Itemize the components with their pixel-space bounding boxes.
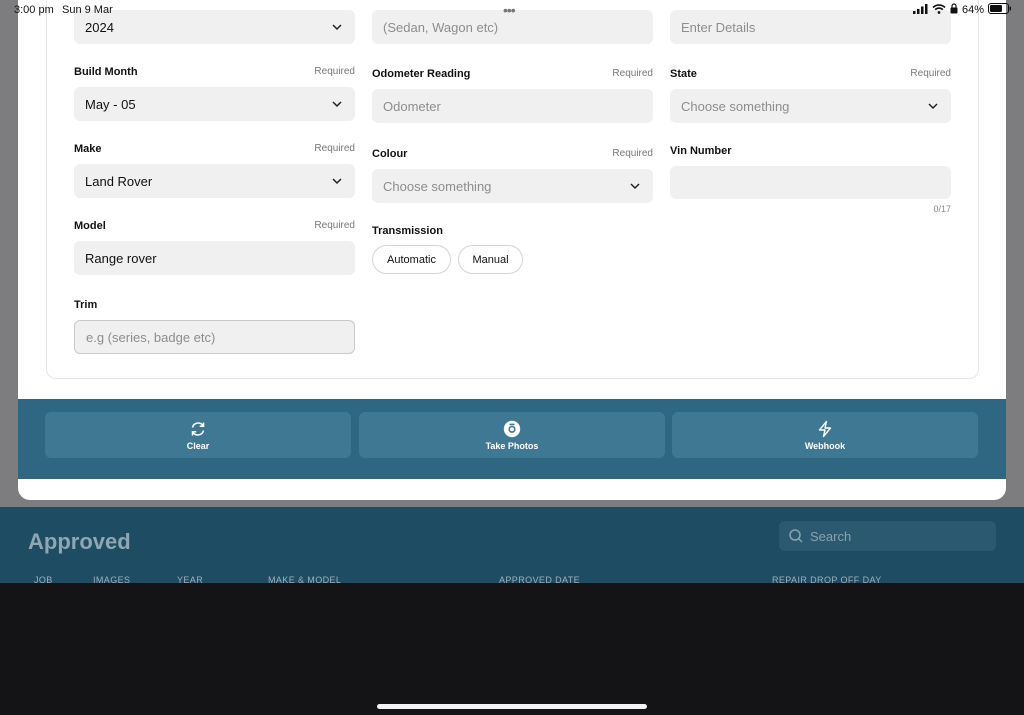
required-indicator: Required [314,220,355,231]
battery-percent: 64% [961,4,984,16]
required-indicator: Required [612,68,653,79]
status-date: Sun 9 Mar [62,4,113,16]
build-month-field: Build Month Required May - 05 [74,66,355,122]
multitasking-dots-icon[interactable]: ••• [503,2,516,18]
column-repair-drop-off: REPAIR DROP OFF DAY [772,575,882,583]
build-month-label: Build Month [74,66,138,78]
year-value: 2024 [85,19,114,35]
make-select[interactable]: Land Rover [74,164,355,198]
bottom-area [0,583,1024,715]
trim-placeholder: e.g (series, badge etc) [86,329,216,345]
colour-field: Colour Required Choose something [372,148,653,204]
required-indicator: Required [314,66,355,77]
odometer-placeholder: Odometer [383,98,441,114]
approved-header: Approved Search JOB IMAGES YEAR MAKE & M… [0,507,1024,583]
required-indicator: Required [314,143,355,154]
trim-field: Trim e.g (series, badge etc) [74,299,355,355]
odometer-input[interactable]: Odometer [372,89,653,123]
vin-field: Vin Number 0/17 [670,145,951,217]
state-placeholder: Choose something [681,98,790,114]
build-month-select[interactable]: May - 05 [74,87,355,121]
model-label: Model [74,220,106,232]
battery-icon [988,3,1012,17]
camera-icon [503,420,521,438]
make-field: Make Required Land Rover [74,143,355,199]
chevron-down-icon [331,175,343,187]
signal-icon [912,3,928,17]
model-field: Model Required Range rover [74,220,355,276]
home-indicator[interactable] [377,704,647,709]
body-type-placeholder: (Sedan, Wagon etc) [383,19,499,35]
chevron-down-icon [331,98,343,110]
webhook-button[interactable]: Webhook [672,412,978,458]
vin-character-counter: 0/17 [933,204,951,214]
status-bar: 3:00 pm Sun 9 Mar ••• 64% [0,0,1024,20]
approved-title: Approved [28,529,131,554]
transmission-label: Transmission [372,225,443,237]
transmission-field: Transmission Automatic Manual [372,225,653,275]
vin-input[interactable] [670,166,951,199]
table-header: JOB IMAGES YEAR MAKE & MODEL APPROVED DA… [0,575,1024,583]
required-indicator: Required [612,148,653,159]
search-placeholder: Search [810,528,852,544]
make-label: Make [74,143,102,155]
state-field: State Required Choose something [670,68,951,124]
chevron-down-icon [331,21,343,33]
make-value: Land Rover [85,173,153,189]
action-bar: Clear Take Photos Webhook [18,399,1006,479]
model-value: Range rover [85,250,157,266]
build-month-value: May - 05 [85,96,136,112]
transmission-automatic-option[interactable]: Automatic [372,245,451,274]
search-input[interactable]: Search [779,521,996,551]
lightning-icon [816,420,834,438]
refresh-icon [189,420,207,438]
required-indicator: Required [910,68,951,79]
vin-label: Vin Number [670,145,732,157]
colour-label: Colour [372,148,408,160]
column-approved-date: APPROVED DATE [499,575,581,583]
transmission-manual-option[interactable]: Manual [458,245,523,274]
wifi-icon [932,3,946,17]
column-images: IMAGES [93,575,131,583]
clear-label: Clear [186,440,210,451]
column-year: YEAR [177,575,204,583]
odometer-label: Odometer Reading [372,68,471,80]
status-time: 3:00 pm [14,4,54,16]
odometer-field: Odometer Reading Required Odometer [372,68,653,124]
colour-placeholder: Choose something [383,178,492,194]
chevron-down-icon [629,180,641,192]
trim-input[interactable]: e.g (series, badge etc) [74,320,355,354]
vehicle-form-card: 2024 (Sedan, Wagon etc) Enter Details Bu… [46,0,979,379]
status-indicators: 64% [912,3,1012,17]
model-input[interactable]: Range rover [74,241,355,275]
lock-icon [950,3,958,17]
details-placeholder: Enter Details [681,19,756,35]
take-photos-label: Take Photos [485,440,539,451]
take-photos-button[interactable]: Take Photos [359,412,665,458]
clear-button[interactable]: Clear [45,412,351,458]
state-label: State [670,68,697,80]
state-select[interactable]: Choose something [670,89,951,123]
vehicle-details-sheet: 2024 (Sedan, Wagon etc) Enter Details Bu… [18,0,1006,500]
search-icon [788,528,804,544]
column-make-model: MAKE & MODEL [268,575,342,583]
column-job: JOB [34,575,53,583]
trim-label: Trim [74,299,98,311]
webhook-label: Webhook [804,440,846,451]
chevron-down-icon [927,100,939,112]
colour-select[interactable]: Choose something [372,169,653,203]
